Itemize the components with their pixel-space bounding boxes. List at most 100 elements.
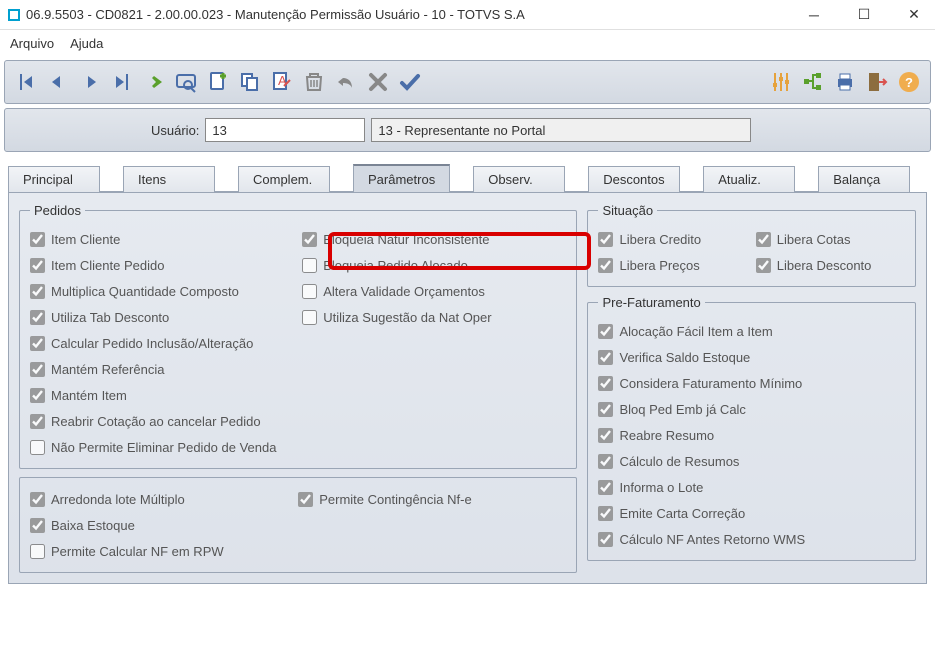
first-record-button[interactable]	[11, 67, 41, 97]
prefat-2[interactable]: Considera Faturamento Mínimo	[598, 370, 905, 396]
pedidos-c1-7[interactable]: Reabrir Cotação ao cancelar Pedido	[30, 408, 294, 434]
undo-button[interactable]	[331, 67, 361, 97]
goto-button[interactable]	[139, 67, 169, 97]
prefat-3[interactable]: Bloq Ped Emb já Calc	[598, 396, 905, 422]
search-button[interactable]	[171, 67, 201, 97]
next-record-button[interactable]	[75, 67, 105, 97]
prefat-8[interactable]: Cálculo NF Antes Retorno WMS	[598, 526, 905, 552]
situacao-2-checkbox[interactable]	[598, 258, 613, 273]
tab-descontos[interactable]: Descontos	[588, 166, 680, 192]
situacao-1[interactable]: Libera Cotas	[756, 226, 905, 252]
pedidos-bottom-c1-2-checkbox[interactable]	[30, 544, 45, 559]
pedidos-c2-1[interactable]: Bloqueia Pedido Alocado	[302, 252, 566, 278]
edit-button[interactable]: A	[267, 67, 297, 97]
pedidos-c1-6[interactable]: Mantém Item	[30, 382, 294, 408]
usuario-code-input[interactable]	[205, 118, 365, 142]
exit-button[interactable]	[862, 67, 892, 97]
pedidos-bottom-c1-1-checkbox[interactable]	[30, 518, 45, 533]
prefat-5-checkbox[interactable]	[598, 454, 613, 469]
prefat-1[interactable]: Verifica Saldo Estoque	[598, 344, 905, 370]
confirm-button[interactable]	[395, 67, 425, 97]
pedidos-c2-3-checkbox[interactable]	[302, 310, 317, 325]
pedidos-c1-8-checkbox[interactable]	[30, 440, 45, 455]
prev-record-button[interactable]	[43, 67, 73, 97]
help-button[interactable]: ?	[894, 67, 924, 97]
prefat-8-checkbox[interactable]	[598, 532, 613, 547]
prefat-6-checkbox[interactable]	[598, 480, 613, 495]
pedidos-c2-0[interactable]: Bloqueia Natur Inconsistente	[302, 226, 566, 252]
pedidos-bottom-c1-0[interactable]: Arredonda lote Múltiplo	[30, 486, 298, 512]
pedidos-c1-7-checkbox[interactable]	[30, 414, 45, 429]
pedidos-c1-5-checkbox[interactable]	[30, 362, 45, 377]
pedidos-c1-1[interactable]: Item Cliente Pedido	[30, 252, 294, 278]
minimize-button[interactable]: ─	[801, 5, 827, 25]
prefat-2-checkbox[interactable]	[598, 376, 613, 391]
delete-button[interactable]	[299, 67, 329, 97]
tab-observ[interactable]: Observ.	[473, 166, 565, 192]
close-button[interactable]: ✕	[901, 5, 927, 25]
menu-ajuda[interactable]: Ajuda	[70, 36, 103, 51]
pedidos-bottom-c2-0[interactable]: Permite Contingência Nf-e	[298, 486, 566, 512]
pedidos-c1-4-label: Calcular Pedido Inclusão/Alteração	[51, 336, 253, 351]
group-situacao-legend: Situação	[598, 203, 657, 218]
pedidos-c1-2-checkbox[interactable]	[30, 284, 45, 299]
last-record-button[interactable]	[107, 67, 137, 97]
situacao-2-label: Libera Preços	[619, 258, 699, 273]
tab-itens[interactable]: Itens	[123, 166, 215, 192]
pedidos-c2-2[interactable]: Altera Validade Orçamentos	[302, 278, 566, 304]
situacao-3-checkbox[interactable]	[756, 258, 771, 273]
pedidos-c1-4-checkbox[interactable]	[30, 336, 45, 351]
tab-parametros[interactable]: Parâmetros	[353, 164, 450, 192]
pedidos-bottom-c1-2[interactable]: Permite Calcular NF em RPW	[30, 538, 298, 564]
title-bar: 06.9.5503 - CD0821 - 2.00.00.023 - Manut…	[0, 0, 935, 30]
situacao-3[interactable]: Libera Desconto	[756, 252, 905, 278]
pedidos-c2-0-checkbox[interactable]	[302, 232, 317, 247]
pedidos-c1-4[interactable]: Calcular Pedido Inclusão/Alteração	[30, 330, 294, 356]
tools-button[interactable]	[766, 67, 796, 97]
prefat-4[interactable]: Reabre Resumo	[598, 422, 905, 448]
tab-balanca[interactable]: Balança	[818, 166, 910, 192]
pedidos-c2-1-checkbox[interactable]	[302, 258, 317, 273]
prefat-0-checkbox[interactable]	[598, 324, 613, 339]
pedidos-c1-0-checkbox[interactable]	[30, 232, 45, 247]
right-column: Situação Libera CreditoLibera CotasLiber…	[587, 203, 916, 573]
door-exit-icon	[865, 70, 889, 94]
tab-atualiz[interactable]: Atualiz.	[703, 166, 795, 192]
prefat-7[interactable]: Emite Carta Correção	[598, 500, 905, 526]
pedidos-c1-3[interactable]: Utiliza Tab Desconto	[30, 304, 294, 330]
situacao-2[interactable]: Libera Preços	[598, 252, 747, 278]
pedidos-c1-2[interactable]: Multiplica Quantidade Composto	[30, 278, 294, 304]
undo-icon	[334, 70, 358, 94]
prefat-5[interactable]: Cálculo de Resumos	[598, 448, 905, 474]
situacao-1-checkbox[interactable]	[756, 232, 771, 247]
window-controls: ─ ☐ ✕	[801, 5, 927, 25]
prefat-3-checkbox[interactable]	[598, 402, 613, 417]
pedidos-c1-5[interactable]: Mantém Referência	[30, 356, 294, 382]
tab-complem[interactable]: Complem.	[238, 166, 330, 192]
pedidos-bottom-c1-1[interactable]: Baixa Estoque	[30, 512, 298, 538]
pedidos-c2-3[interactable]: Utiliza Sugestão da Nat Oper	[302, 304, 566, 330]
new-button[interactable]	[203, 67, 233, 97]
pedidos-c2-2-checkbox[interactable]	[302, 284, 317, 299]
copy-button[interactable]	[235, 67, 265, 97]
prefat-1-checkbox[interactable]	[598, 350, 613, 365]
pedidos-c1-8[interactable]: Não Permite Eliminar Pedido de Venda	[30, 434, 294, 460]
print-button[interactable]	[830, 67, 860, 97]
tab-principal[interactable]: Principal	[8, 166, 100, 192]
prefat-7-checkbox[interactable]	[598, 506, 613, 521]
pedidos-c1-6-checkbox[interactable]	[30, 388, 45, 403]
cancel-button[interactable]	[363, 67, 393, 97]
pedidos-bottom-c1-0-checkbox[interactable]	[30, 492, 45, 507]
prefat-0[interactable]: Alocação Fácil Item a Item	[598, 318, 905, 344]
pedidos-c1-0[interactable]: Item Cliente	[30, 226, 294, 252]
prefat-4-checkbox[interactable]	[598, 428, 613, 443]
pedidos-c1-1-checkbox[interactable]	[30, 258, 45, 273]
pedidos-bottom-c2-0-checkbox[interactable]	[298, 492, 313, 507]
pedidos-c1-3-checkbox[interactable]	[30, 310, 45, 325]
situacao-0-checkbox[interactable]	[598, 232, 613, 247]
hierarchy-button[interactable]	[798, 67, 828, 97]
prefat-6[interactable]: Informa o Lote	[598, 474, 905, 500]
menu-arquivo[interactable]: Arquivo	[10, 36, 54, 51]
maximize-button[interactable]: ☐	[851, 5, 877, 25]
situacao-0[interactable]: Libera Credito	[598, 226, 747, 252]
